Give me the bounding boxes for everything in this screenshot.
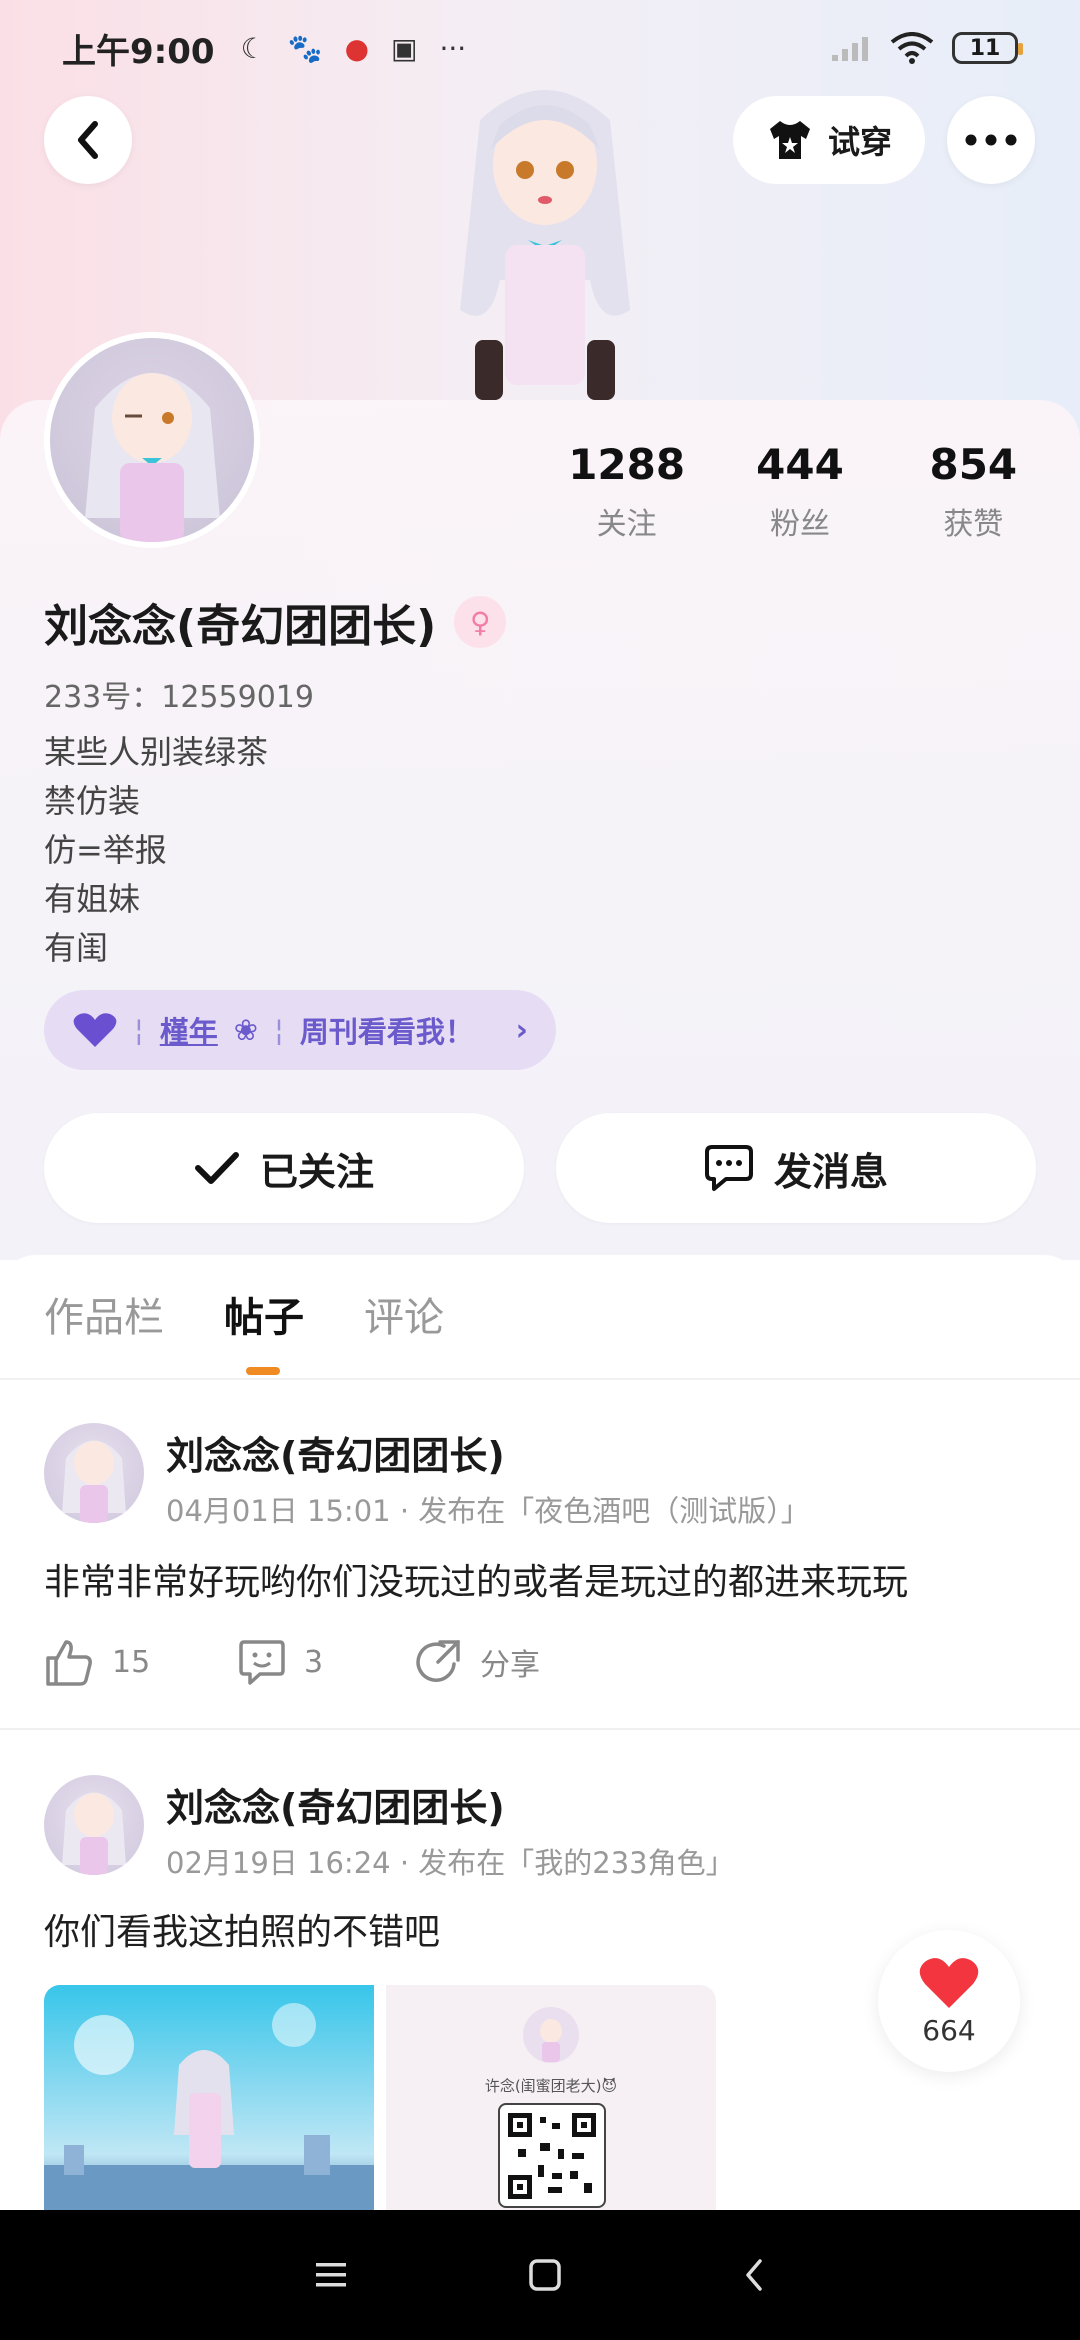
heart-icon bbox=[919, 1957, 979, 2008]
wifi-icon bbox=[890, 32, 934, 64]
menu-icon[interactable] bbox=[314, 2260, 348, 2290]
comment-icon bbox=[239, 1640, 285, 1685]
avatar-image bbox=[50, 338, 254, 542]
post-author-avatar[interactable] bbox=[44, 1775, 144, 1875]
battery-level: 11 bbox=[969, 35, 1001, 61]
divider bbox=[0, 1378, 1080, 1380]
post-author-avatar[interactable] bbox=[44, 1423, 144, 1523]
stat-label: 获赞 bbox=[943, 507, 1004, 542]
floating-like-button[interactable]: 664 bbox=[878, 1930, 1020, 2072]
active-tab-indicator bbox=[246, 1367, 280, 1375]
separator: ¦ bbox=[274, 1013, 284, 1047]
chat-bubble-icon bbox=[704, 1145, 753, 1191]
post-text: 你们看我这拍照的不错吧 bbox=[44, 1912, 441, 1953]
avatar-illustration bbox=[62, 1792, 126, 1875]
weekly-text: 周刊看看我！ bbox=[299, 1015, 474, 1049]
avatar-full-body-image bbox=[460, 90, 630, 400]
floating-like-count: 664 bbox=[922, 2013, 976, 2047]
back-button[interactable] bbox=[44, 96, 132, 184]
moon-icon: ☾ bbox=[240, 31, 266, 65]
following-button[interactable]: 已关注 bbox=[44, 1113, 524, 1223]
tab-comments[interactable]: 评论 bbox=[364, 1285, 444, 1343]
stat-label: 关注 bbox=[596, 507, 657, 542]
stat-value: 1288 bbox=[568, 440, 686, 489]
more-notifications-icon: ··· bbox=[439, 31, 467, 65]
battery-icon: 11 bbox=[952, 32, 1023, 64]
bio-line: 某些人别装绿茶 bbox=[44, 733, 269, 771]
thumbs-up-icon bbox=[46, 1640, 92, 1686]
stat-label: 粉丝 bbox=[769, 507, 830, 542]
tab-posts[interactable]: 帖子 bbox=[224, 1285, 304, 1343]
profile-name-row: 刘念念(奇幻团团长) ♀ bbox=[44, 590, 507, 654]
more-dots-icon bbox=[965, 134, 1017, 146]
female-gender-icon: ♀ bbox=[454, 596, 507, 648]
stat-followers[interactable]: 444 粉丝 bbox=[713, 440, 886, 543]
post-image[interactable] bbox=[44, 1985, 374, 2210]
comment-button[interactable]: 3 bbox=[238, 1638, 414, 1686]
post-author-name[interactable]: 刘念念(奇幻团团长) bbox=[166, 1425, 505, 1480]
profile-avatar[interactable] bbox=[44, 332, 260, 548]
signal-icon bbox=[832, 37, 868, 61]
checkmark-icon bbox=[194, 1152, 239, 1184]
share-icon bbox=[416, 1640, 460, 1682]
weekly-tag: 槿年 bbox=[159, 1015, 218, 1049]
photo-illustration bbox=[44, 2003, 374, 2210]
app-notification-icon: ● bbox=[344, 31, 369, 65]
send-message-label: 发消息 bbox=[773, 1149, 888, 1194]
try-on-label: 试穿 bbox=[827, 123, 892, 161]
system-navigation-bar bbox=[0, 2210, 1080, 2340]
status-notification-icons: ☾ 🐾 ● ▣ ··· bbox=[241, 32, 467, 65]
divider bbox=[0, 1728, 1080, 1730]
bio-line: 有姐妹 bbox=[44, 880, 141, 918]
bio-line: 禁仿装 bbox=[44, 782, 141, 820]
post-actions: 15 3 分享 bbox=[44, 1638, 540, 1686]
chevron-left-icon bbox=[78, 121, 98, 159]
tab-works[interactable]: 作品栏 bbox=[44, 1285, 164, 1343]
post-text: 非常非常好玩哟你们没玩过的或者是玩过的都进来玩玩 bbox=[44, 1562, 909, 1603]
home-icon[interactable] bbox=[528, 2258, 562, 2292]
send-message-button[interactable]: 发消息 bbox=[556, 1113, 1036, 1223]
comment-count: 3 bbox=[304, 1644, 324, 1680]
stat-value: 444 bbox=[756, 440, 844, 489]
bio-line: 仿=举报 bbox=[44, 831, 167, 869]
back-nav-icon[interactable] bbox=[742, 2257, 766, 2293]
separator: ¦ bbox=[134, 1013, 144, 1047]
post-meta: 02月19日 16:24 · 发布在「我的233角色」 bbox=[166, 1846, 735, 1880]
status-time: 上午9:00 bbox=[62, 31, 215, 72]
more-options-button[interactable] bbox=[947, 96, 1035, 184]
post-image[interactable]: 许念(闺蜜团老大)😈 bbox=[386, 1985, 716, 2210]
profile-stats: 1288 关注 444 粉丝 854 获赞 bbox=[540, 440, 1060, 543]
flower-icon: ❀ bbox=[233, 1013, 259, 1047]
avatar-illustration bbox=[85, 373, 220, 542]
post-author-name[interactable]: 刘念念(奇幻团团长) bbox=[166, 1777, 505, 1832]
like-button[interactable]: 15 bbox=[44, 1638, 238, 1686]
profile-tabs: 作品栏 帖子 评论 bbox=[44, 1285, 444, 1343]
avatar-illustration bbox=[62, 1440, 126, 1523]
post-meta: 04月01日 15:01 · 发布在「夜色酒吧（测试版）」 bbox=[166, 1494, 810, 1528]
profile-name: 刘念念(奇幻团团长) bbox=[44, 601, 437, 652]
tshirt-icon bbox=[769, 121, 810, 159]
share-button[interactable]: 分享 bbox=[414, 1638, 540, 1686]
stat-value: 854 bbox=[929, 440, 1018, 489]
status-system-icons: 11 bbox=[830, 32, 1023, 64]
weekly-feature-banner[interactable]: ¦ 槿年 ❀ ¦ 周刊看看我！ › bbox=[44, 990, 556, 1070]
bio-line: 有闺 bbox=[44, 929, 109, 967]
like-count: 15 bbox=[112, 1644, 151, 1680]
profile-bio: 某些人别装绿茶 禁仿装 仿=举报 有姐妹 有闺 bbox=[44, 728, 268, 973]
share-label: 分享 bbox=[480, 1648, 540, 1683]
chevron-right-icon: › bbox=[515, 1012, 528, 1048]
heart-icon bbox=[73, 1013, 117, 1047]
app-notification-icon-2: ▣ bbox=[391, 31, 418, 65]
paw-app-icon: 🐾 bbox=[287, 31, 323, 65]
stat-following[interactable]: 1288 关注 bbox=[540, 440, 713, 543]
profile-id: 233号：12559019 bbox=[44, 680, 314, 715]
qr-card-caption: 许念(闺蜜团老大)😈 bbox=[484, 2077, 618, 2095]
qr-code-icon bbox=[498, 2103, 606, 2208]
try-on-button[interactable]: 试穿 bbox=[733, 96, 925, 184]
stat-likes[interactable]: 854 获赞 bbox=[887, 440, 1060, 543]
following-label: 已关注 bbox=[259, 1149, 374, 1194]
